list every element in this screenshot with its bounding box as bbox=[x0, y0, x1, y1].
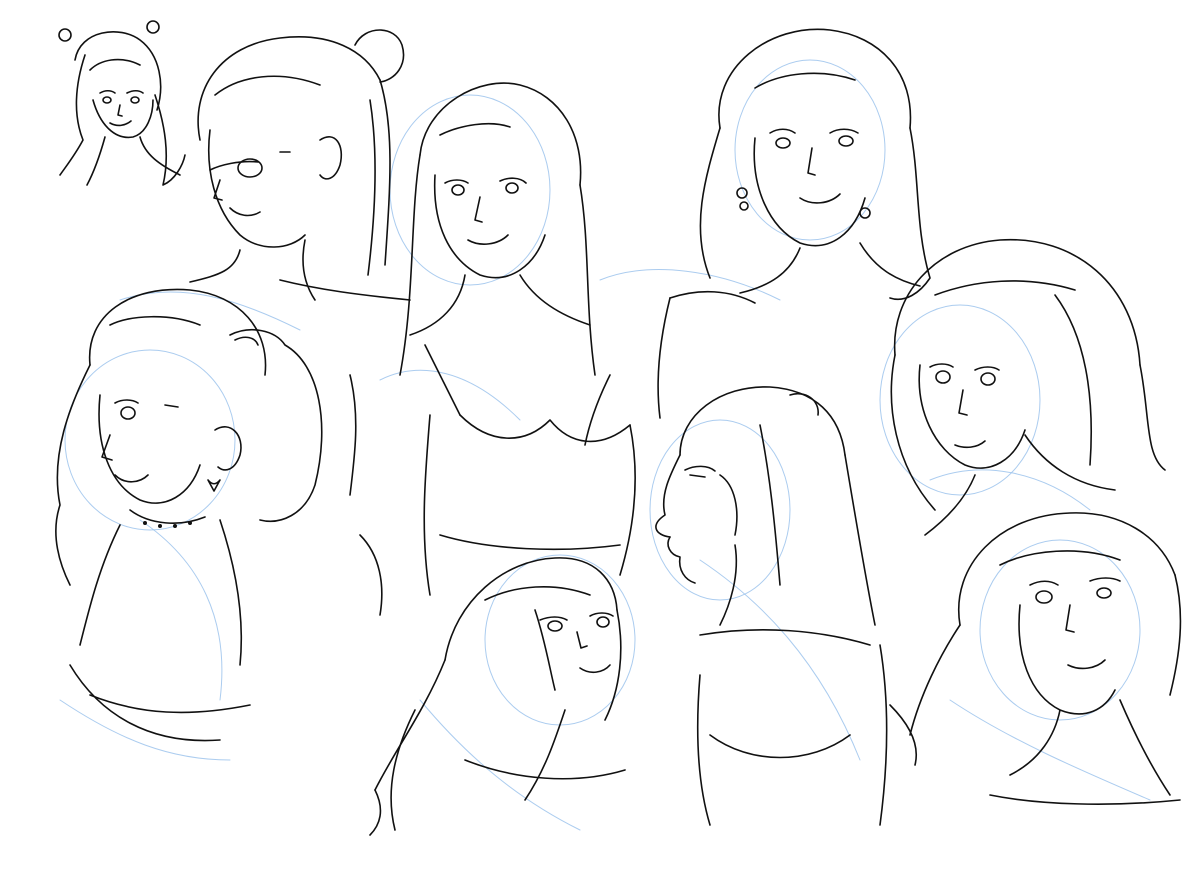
figure-wavy-earrings bbox=[657, 28, 931, 419]
figure-looking-up bbox=[369, 557, 626, 836]
figure-profile-view bbox=[655, 386, 888, 826]
figure-pigtails-choker bbox=[55, 288, 323, 742]
figure-long-hair-center bbox=[349, 82, 636, 616]
figure-bob-cut bbox=[890, 238, 1166, 536]
construction-guides bbox=[59, 59, 1151, 831]
figure-wavy-bottom-right bbox=[889, 512, 1182, 805]
figure-small-thumbnail bbox=[58, 20, 186, 186]
sketch-canvas bbox=[55, 20, 1182, 836]
sketch-sheet bbox=[0, 0, 1200, 883]
figure-bun-ponytail bbox=[189, 29, 411, 301]
